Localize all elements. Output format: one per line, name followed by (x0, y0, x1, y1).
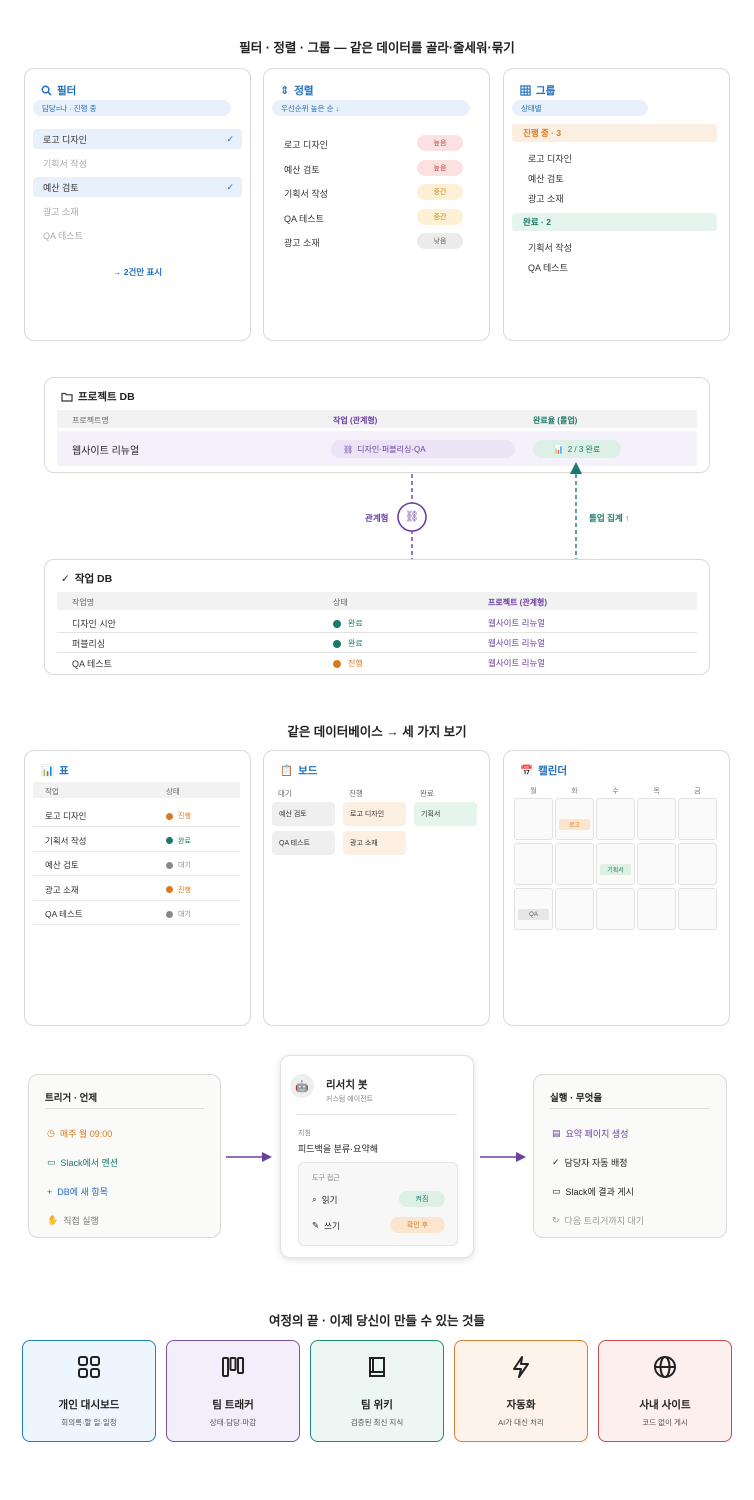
chat-icon: ▭ (552, 1186, 561, 1196)
journey-card-title: 사내 사이트 (639, 1399, 691, 1411)
bot-card[interactable]: 🤖 리서치 봇 커스텀 에이전트 지침 피드백을 분류·요약해 도구 접근 ⌕ 읽… (280, 1055, 474, 1258)
section-title-journey: 여정의 끝 · 이제 당신이 만들 수 있는 것들 (269, 1314, 485, 1328)
lightning-icon (455, 1355, 587, 1379)
globe-icon (599, 1355, 731, 1379)
journey-card-title: 자동화 (506, 1399, 536, 1411)
action-create-summary[interactable]: ▤ 요약 페이지 생성 (552, 1127, 628, 1140)
tool-write: ✎ 쓰기 (312, 1220, 340, 1231)
robot-icon: 🤖 (290, 1074, 314, 1098)
kanban-icon (167, 1355, 299, 1379)
journey-card-dashboard[interactable]: 개인 대시보드 회의록·할 일·일정 (22, 1340, 156, 1442)
journey-card-subtitle: 회의록·할 일·일정 (61, 1418, 117, 1427)
action-post-slack[interactable]: ▭ Slack에 결과 게시 (552, 1185, 634, 1198)
journey-card-title: 팀 트래커 (212, 1399, 254, 1411)
journey-card-wiki[interactable]: 팀 위키 검증된 최신 지식 (310, 1340, 444, 1442)
flow-arrows (226, 1152, 526, 1162)
journey-card-subtitle: 검증된 최신 지식 (350, 1418, 404, 1427)
tool-read: ⌕ 읽기 (312, 1194, 338, 1205)
grid-icon (23, 1355, 155, 1379)
refresh-icon: ↻ (552, 1215, 560, 1225)
search-icon: ⌕ (312, 1194, 317, 1204)
journey-card-automation[interactable]: 자동화 AI가 대신 처리 (454, 1340, 588, 1442)
bot-subtitle: 커스텀 에이전트 (326, 1096, 374, 1103)
tool-read-state[interactable]: 켜짐 (399, 1191, 445, 1207)
action-card: 실행 · 무엇을 ▤ 요약 페이지 생성 ✓ 담당자 자동 배정 ▭ Slack에 결… (533, 1074, 727, 1238)
book-icon (311, 1355, 443, 1379)
document-icon: ▤ (552, 1128, 561, 1138)
action-wait[interactable]: ↻ 다음 트리거까지 대기 (552, 1214, 644, 1227)
journey-card-title: 팀 위키 (361, 1399, 393, 1411)
tools-label: 도구 접근 (312, 1175, 340, 1182)
tool-access-box: 도구 접근 ⌕ 읽기 켜짐 ✎ 쓰기 확인 후 (298, 1162, 458, 1246)
bot-name: 리서치 봇 (326, 1079, 368, 1091)
journey-card-subtitle: AI가 대신 처리 (498, 1418, 544, 1427)
action-assign[interactable]: ✓ 담당자 자동 배정 (552, 1156, 628, 1169)
pencil-icon: ✎ (312, 1220, 320, 1230)
journey-card-title: 개인 대시보드 (58, 1399, 120, 1411)
action-title: 실행 · 무엇을 (550, 1093, 603, 1104)
tool-write-state[interactable]: 확인 후 (390, 1217, 445, 1233)
check-icon: ✓ (552, 1157, 560, 1167)
journey-card-subtitle: 상태·담당·마감 (209, 1418, 257, 1427)
instruction-label: 지침 (298, 1130, 311, 1137)
journey-card-tracker[interactable]: 팀 트래커 상태·담당·마감 (166, 1340, 300, 1442)
journey-card-subtitle: 코드 없이 게시 (642, 1418, 688, 1427)
journey-card-site[interactable]: 사내 사이트 코드 없이 게시 (598, 1340, 732, 1442)
instruction-text: 피드백을 분류·요약해 (298, 1144, 379, 1154)
